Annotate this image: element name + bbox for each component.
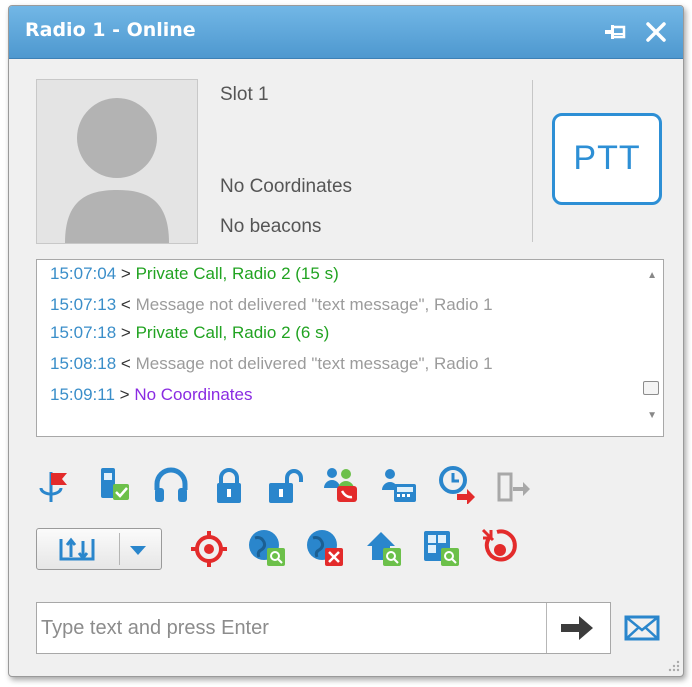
transfer-split-button[interactable] [36, 528, 162, 570]
log-line: 15:07:18 > Private Call, Radio 2 (6 s) [50, 323, 329, 343]
split-separator [119, 533, 120, 565]
log-text: Message not delivered "text message", Ra… [135, 354, 493, 373]
log-time: 15:07:18 [50, 323, 117, 342]
log-text: Private Call, Radio 2 (6 s) [135, 323, 330, 342]
lock-icon[interactable] [209, 466, 249, 506]
log-direction: < [120, 295, 131, 314]
log-time: 15:07:13 [50, 295, 117, 314]
scroll-down-icon[interactable]: ▼ [647, 410, 657, 421]
unlock-icon[interactable] [265, 466, 305, 506]
log-direction: > [120, 264, 131, 283]
send-separator [546, 603, 547, 653]
log-time: 15:08:18 [50, 354, 117, 373]
send-arrow-icon[interactable] [551, 610, 603, 646]
window-title: Radio 1 - Online [25, 19, 196, 41]
scheduled-forward-icon[interactable] [437, 464, 477, 504]
divider [532, 80, 533, 242]
log-direction: < [120, 354, 131, 373]
globe-remove-icon[interactable] [305, 528, 345, 568]
log-time: 15:09:11 [50, 385, 115, 404]
scroll-up-icon[interactable]: ▲ [647, 270, 657, 281]
call-contacts-icon[interactable] [321, 464, 361, 504]
titlebar: Radio 1 - Online [9, 6, 683, 59]
log-line: 15:08:18 < Message not delivered "text m… [50, 354, 493, 374]
log-line: 15:07:04 > Private Call, Radio 2 (15 s) [50, 264, 339, 284]
log-direction: > [119, 385, 130, 404]
log-line: 15:07:13 < Message not delivered "text m… [50, 295, 493, 315]
pin-icon[interactable] [602, 18, 630, 46]
home-search-icon[interactable] [363, 528, 403, 568]
log-time: 15:07:04 [50, 264, 117, 283]
slot-label: Slot 1 [220, 84, 269, 105]
event-log[interactable]: 15:07:04 > Private Call, Radio 2 (15 s) … [36, 259, 664, 437]
envelope-icon[interactable] [623, 612, 661, 644]
user-silhouette-icon [65, 98, 169, 243]
scrollbar-thumb[interactable] [643, 381, 659, 395]
log-direction: > [120, 323, 131, 342]
locate-target-icon[interactable] [189, 529, 229, 569]
beacons-label: No beacons [220, 216, 322, 237]
message-composer [36, 602, 611, 654]
log-text: No Coordinates [134, 385, 253, 404]
ptt-button[interactable]: PTT [552, 113, 662, 205]
map-search-icon[interactable] [421, 528, 461, 568]
close-icon[interactable] [642, 18, 670, 46]
transfer-split-icon [59, 537, 95, 561]
phone-directory-icon[interactable] [379, 466, 419, 506]
radio-check-icon[interactable] [93, 464, 133, 504]
tracking-stop-icon[interactable] [479, 528, 519, 568]
avatar [36, 79, 198, 244]
globe-search-icon[interactable] [247, 528, 287, 568]
location-flag-icon[interactable] [37, 466, 77, 506]
message-input[interactable] [37, 603, 545, 653]
chevron-down-icon[interactable] [127, 543, 149, 557]
log-line: 15:09:11 > No Coordinates [50, 385, 252, 405]
log-text: Message not delivered "text message", Ra… [135, 295, 493, 314]
exit-icon[interactable] [493, 468, 533, 508]
log-text: Private Call, Radio 2 (15 s) [135, 264, 339, 283]
resize-grip-icon[interactable] [666, 659, 680, 673]
radio-window: Radio 1 - Online Slot 1 No Coordinates N… [8, 5, 684, 677]
coordinates-label: No Coordinates [220, 176, 353, 197]
headset-icon[interactable] [151, 466, 191, 506]
